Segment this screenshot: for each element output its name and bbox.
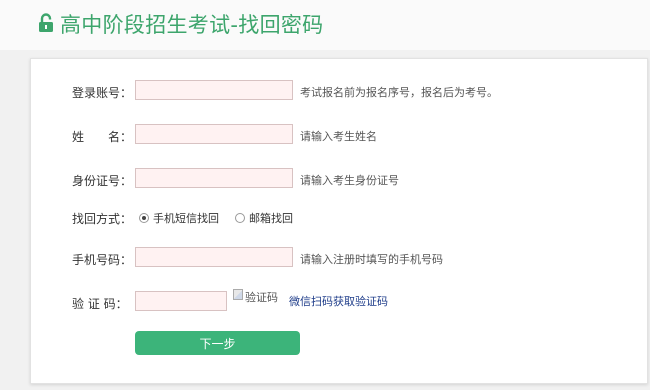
page-title: 高中阶段招生考试-找回密码: [60, 13, 324, 37]
captcha-label: 验 证 码：: [72, 297, 128, 311]
radio-email[interactable]: 邮箱找回: [235, 210, 293, 226]
recovery-label: 找回方式：: [72, 212, 133, 226]
phone-label: 手机号码：: [72, 253, 133, 267]
radio-unselected-icon: [235, 213, 245, 223]
phone-input[interactable]: [135, 247, 293, 267]
name-hint: 请输入考生姓名: [300, 130, 377, 143]
page-header: 高中阶段招生考试-找回密码: [0, 0, 650, 50]
account-hint: 考试报名前为报名序号，报名后为考号。: [300, 86, 498, 99]
radio-sms[interactable]: 手机短信找回: [139, 210, 219, 226]
account-label: 登录账号：: [72, 86, 133, 100]
id-number-hint: 请输入考生身份证号: [300, 174, 399, 187]
radio-sms-label: 手机短信找回: [153, 212, 219, 225]
broken-image-icon: [233, 288, 243, 300]
account-input[interactable]: [135, 80, 293, 100]
next-button[interactable]: 下一步: [135, 331, 300, 355]
captcha-image[interactable]: 验证码: [233, 288, 278, 305]
name-input[interactable]: [135, 124, 293, 144]
name-label: 姓 名：: [72, 130, 133, 144]
unlock-icon: [39, 13, 53, 32]
id-number-label: 身份证号：: [72, 174, 133, 188]
captcha-image-alt: 验证码: [245, 291, 278, 304]
radio-selected-icon: [139, 213, 149, 223]
radio-email-label: 邮箱找回: [249, 212, 293, 225]
wechat-captcha-link[interactable]: 微信扫码获取验证码: [289, 293, 388, 309]
phone-hint: 请输入注册时填写的手机号码: [300, 253, 443, 266]
captcha-input[interactable]: [135, 291, 227, 311]
id-number-input[interactable]: [135, 168, 293, 188]
